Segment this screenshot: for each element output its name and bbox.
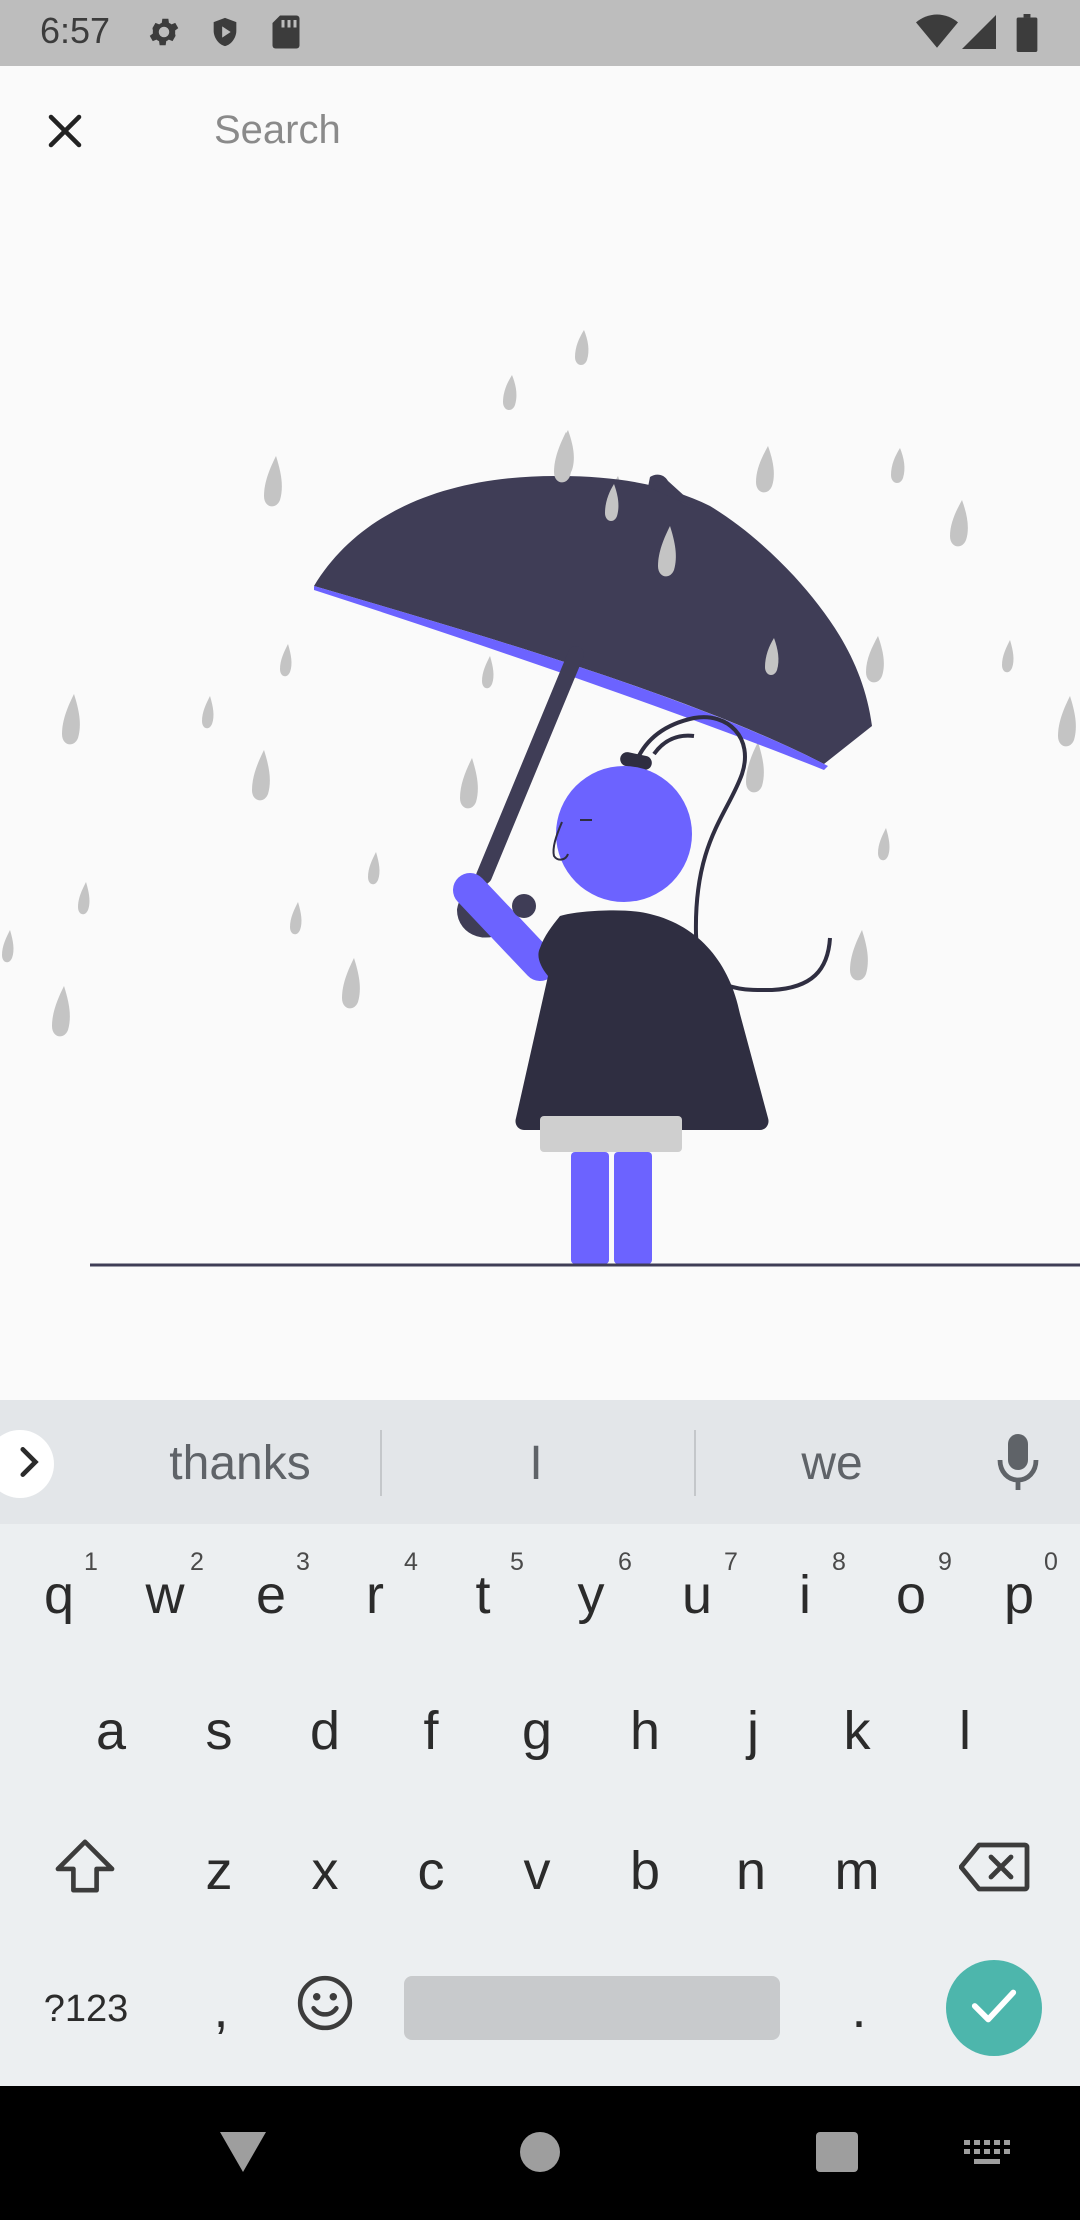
key-t-hint: 5 — [510, 1548, 524, 1576]
keyboard-switch-icon[interactable] — [964, 2140, 1010, 2171]
girl-leg-right — [614, 1152, 652, 1264]
key-q-hint: 1 — [84, 1548, 98, 1576]
key-b[interactable]: b — [600, 1816, 690, 1926]
umbrella-canopy — [314, 475, 872, 764]
backspace-icon — [958, 1841, 1031, 1906]
settings-icon — [146, 14, 182, 55]
shift-key[interactable] — [40, 1818, 130, 1928]
emoji-icon — [296, 1974, 354, 2045]
suggestion-1[interactable]: thanks — [140, 1436, 340, 1491]
key-l[interactable]: l — [920, 1676, 1010, 1786]
key-g[interactable]: g — [492, 1676, 582, 1786]
suggestion-2[interactable]: I — [436, 1436, 636, 1491]
status-time: 6:57 — [40, 10, 111, 51]
close-button[interactable] — [30, 98, 100, 168]
key-v[interactable]: v — [492, 1816, 582, 1926]
girl-coat — [515, 910, 769, 1130]
close-icon — [44, 110, 86, 157]
key-f[interactable]: f — [386, 1676, 476, 1786]
cell-signal-icon — [962, 14, 996, 55]
search-input[interactable] — [214, 98, 1034, 162]
emoji-key[interactable] — [280, 1954, 370, 2064]
comma-key[interactable]: , — [176, 1954, 266, 2064]
key-o-hint: 9 — [938, 1548, 952, 1576]
key-u-hint: 7 — [724, 1548, 738, 1576]
shield-icon — [208, 14, 242, 55]
chevron-right-icon — [16, 1444, 44, 1485]
key-y-hint: 6 — [618, 1548, 632, 1576]
girl-leg-left — [571, 1152, 609, 1264]
rain-umbrella-illustration — [2, 330, 1080, 1267]
wifi-icon — [916, 14, 958, 55]
key-j[interactable]: j — [708, 1676, 798, 1786]
key-m[interactable]: m — [812, 1816, 902, 1926]
key-c[interactable]: c — [386, 1816, 476, 1926]
battery-icon — [1016, 14, 1038, 57]
recents-icon[interactable] — [816, 2132, 858, 2177]
key-k[interactable]: k — [812, 1676, 902, 1786]
backspace-key[interactable] — [950, 1818, 1040, 1928]
key-x[interactable]: x — [280, 1816, 370, 1926]
mic-icon — [996, 1434, 1040, 1496]
back-icon[interactable] — [218, 2130, 268, 2179]
key-e-hint: 3 — [296, 1548, 310, 1576]
key-h[interactable]: h — [600, 1676, 690, 1786]
key-z[interactable]: z — [174, 1816, 264, 1926]
suggestion-divider — [694, 1430, 696, 1496]
key-a[interactable]: a — [66, 1676, 156, 1786]
suggestion-divider — [380, 1430, 382, 1496]
symbols-key[interactable]: ?123 — [34, 1954, 138, 2064]
home-icon[interactable] — [520, 2132, 560, 2177]
period-key[interactable]: . — [814, 1954, 904, 2064]
key-p-hint: 0 — [1044, 1548, 1058, 1576]
checkmark-icon — [969, 1986, 1019, 2031]
mic-button[interactable] — [996, 1432, 1056, 1502]
key-n[interactable]: n — [706, 1816, 796, 1926]
key-i-hint: 8 — [832, 1548, 846, 1576]
key-r-hint: 4 — [404, 1548, 418, 1576]
key-s[interactable]: s — [174, 1676, 264, 1786]
girl-head — [556, 766, 692, 902]
key-d[interactable]: d — [280, 1676, 370, 1786]
shift-icon — [54, 1838, 116, 1909]
key-w-hint: 2 — [190, 1548, 204, 1576]
enter-key[interactable] — [946, 1960, 1042, 2056]
suggestion-3[interactable]: we — [732, 1436, 932, 1491]
sd-card-icon — [270, 14, 302, 55]
space-key[interactable] — [404, 1976, 780, 2040]
rain-drops — [2, 330, 1076, 1037]
